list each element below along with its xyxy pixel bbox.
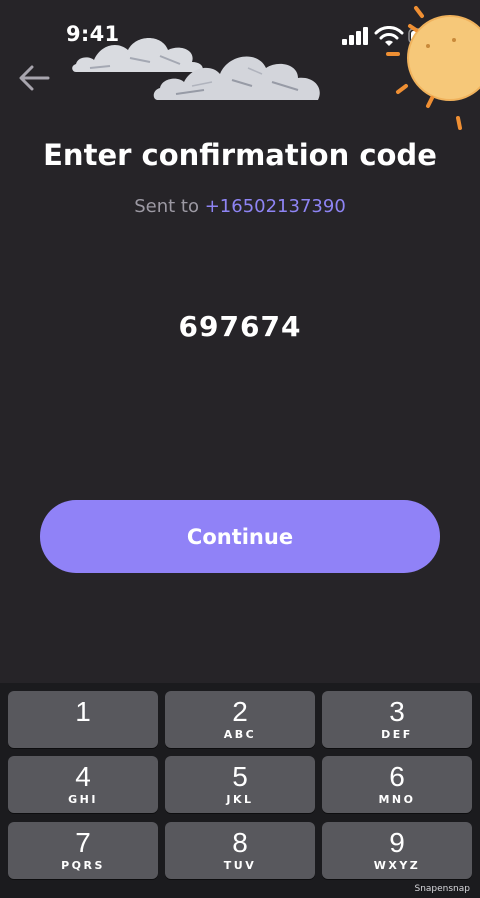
key-letters: MNO [378, 793, 416, 806]
keypad-key-8[interactable]: 8 TUV [165, 822, 315, 879]
confirmation-code-field[interactable]: 697674 [0, 310, 480, 343]
page-title: Enter confirmation code [43, 138, 437, 172]
key-digit: 9 [389, 827, 405, 858]
sent-to-line: Sent to +16502137390 [0, 196, 480, 217]
keypad-key-3[interactable]: 3 DEF [322, 691, 472, 748]
keypad-key-4[interactable]: 4 GHI [8, 756, 158, 813]
key-letters: ABC [223, 728, 257, 741]
keypad-key-1[interactable]: 1 [8, 691, 158, 748]
key-letters: GHI [68, 793, 98, 806]
cloud-decoration [153, 56, 320, 100]
key-digit: 8 [232, 827, 248, 858]
key-letters: WXYZ [373, 859, 421, 872]
keypad-key-6[interactable]: 6 MNO [322, 756, 472, 813]
sun-icon [386, 6, 480, 130]
key-digit: 1 [75, 696, 91, 727]
keypad-key-2[interactable]: 2 ABC [165, 691, 315, 748]
key-letters: TUV [223, 859, 257, 872]
signal-icon [342, 27, 368, 45]
sent-to-label: Sent to [134, 196, 199, 217]
key-digit: 5 [232, 761, 248, 792]
key-digit: 4 [75, 761, 91, 792]
arrow-left-icon [19, 65, 50, 91]
key-digit: 2 [232, 696, 248, 727]
key-digit: 6 [389, 761, 405, 792]
watermark: Snapensnap [414, 884, 470, 894]
key-letters: JKL [226, 793, 254, 806]
numeric-keypad: 1 2 ABC 3 DEF 4 GHI 5 JKL 6 MNO 7 PQRS 8… [0, 683, 480, 898]
keypad-key-5[interactable]: 5 JKL [165, 756, 315, 813]
continue-button[interactable]: Continue [40, 500, 440, 573]
key-letters: PQRS [61, 859, 105, 872]
key-letters: DEF [381, 728, 413, 741]
phone-number-link[interactable]: +16502137390 [205, 196, 346, 217]
keypad-key-7[interactable]: 7 PQRS [8, 822, 158, 879]
back-button[interactable] [14, 58, 54, 98]
key-digit: 7 [75, 827, 91, 858]
key-digit: 3 [389, 696, 405, 727]
keypad-key-9[interactable]: 9 WXYZ [322, 822, 472, 879]
